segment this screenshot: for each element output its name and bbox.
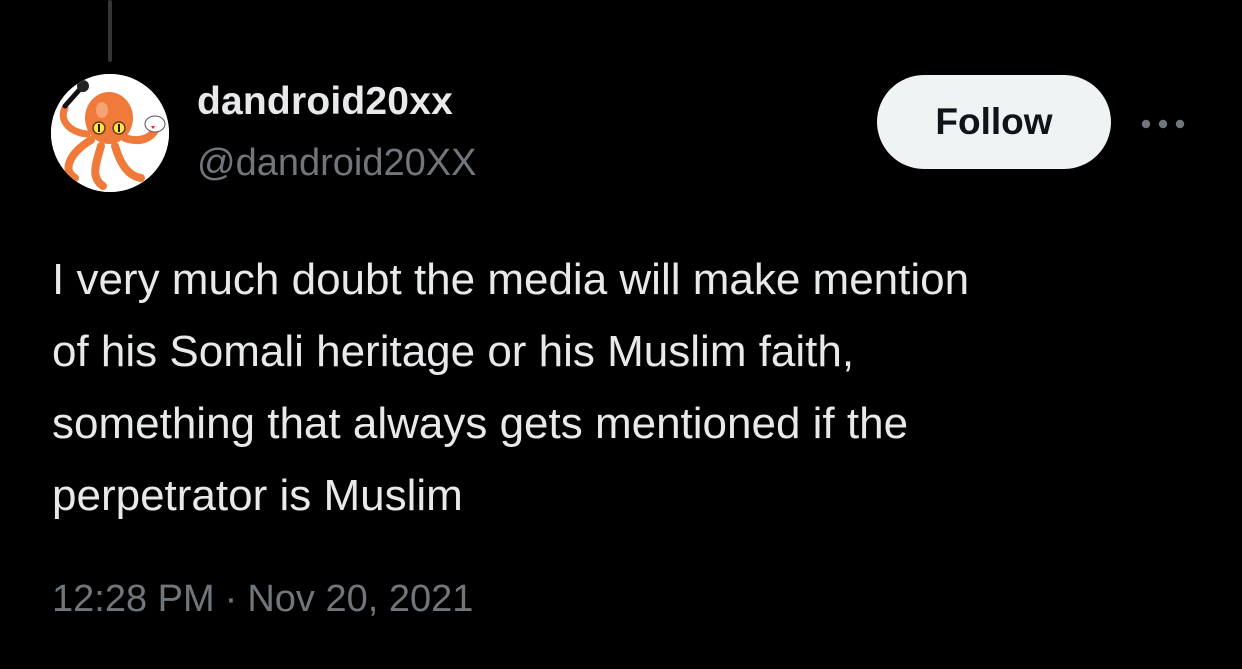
tweet-text-line: perpetrator is Muslim (52, 471, 463, 520)
more-options-button[interactable] (1138, 104, 1188, 144)
tweet-text-line: something that always gets mentioned if … (52, 399, 909, 448)
tweet-text-line: I very much doubt the media will make me… (52, 255, 970, 304)
tweet-text-line: of his Somali heritage or his Muslim fai… (52, 327, 855, 376)
follow-button[interactable]: Follow (877, 75, 1111, 169)
more-options-icon (1141, 119, 1185, 129)
tweet-time: 12:28 PM (52, 578, 215, 620)
thread-connector-line (108, 0, 112, 62)
octopus-avatar-icon (51, 74, 169, 192)
tweet-text: I very much doubt the media will make me… (52, 244, 1202, 532)
tweet-date: Nov 20, 2021 (247, 578, 474, 620)
timestamp-separator: · (224, 578, 238, 620)
tweet-timestamp[interactable]: 12:28 PM · Nov 20, 2021 (52, 578, 473, 621)
author-handle[interactable]: @dandroid20XX (197, 142, 476, 185)
avatar[interactable] (51, 74, 169, 192)
author-display-name[interactable]: dandroid20xx (197, 80, 453, 124)
